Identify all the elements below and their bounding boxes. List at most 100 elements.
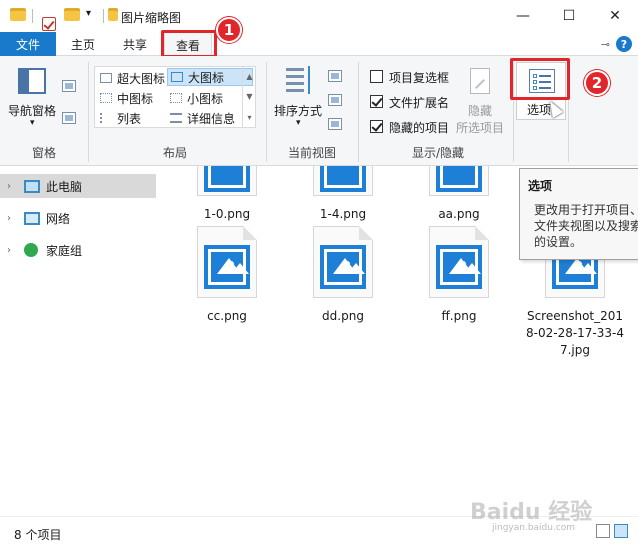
file-extensions-label[interactable]: 文件扩展名 bbox=[389, 94, 449, 111]
nav-item-label: 网络 bbox=[46, 211, 71, 226]
file-name: aa.png bbox=[438, 207, 480, 221]
sort-by-icon[interactable] bbox=[286, 66, 312, 96]
chevron-up-icon[interactable]: ▲ bbox=[246, 72, 252, 81]
hide-selected-icon[interactable] bbox=[470, 68, 490, 94]
layout-large-icons[interactable]: 大图标 bbox=[167, 68, 253, 86]
navigation-pane-icon[interactable] bbox=[18, 68, 46, 94]
chevron-right-icon[interactable]: › bbox=[7, 245, 11, 256]
image-file-icon bbox=[197, 226, 257, 298]
layout-group-label: 布局 bbox=[162, 146, 187, 160]
tab-file[interactable]: 文件 bbox=[0, 32, 56, 56]
file-item[interactable]: 1-4.png bbox=[293, 166, 393, 223]
preview-pane-icon[interactable] bbox=[62, 80, 76, 92]
image-file-icon bbox=[313, 166, 373, 196]
image-file-icon bbox=[197, 166, 257, 196]
network-icon bbox=[24, 211, 40, 225]
nav-item-label: 此电脑 bbox=[46, 179, 83, 194]
list-icon bbox=[100, 113, 112, 123]
file-item[interactable]: dd.png bbox=[293, 226, 393, 325]
options-tooltip: 选项 更改用于打开项目、 文件夹视图以及搜索 的设置。 bbox=[519, 168, 638, 260]
details-icon bbox=[170, 113, 182, 123]
extra-large-icons-icon bbox=[100, 73, 112, 83]
hide-selected-label-2: 所选项目 bbox=[456, 121, 505, 135]
layout-extra-large-icons[interactable]: 超大图标 bbox=[97, 69, 167, 87]
layout-list[interactable]: 列表 bbox=[97, 109, 167, 127]
layout-details[interactable]: 详细信息 bbox=[167, 109, 253, 127]
file-name: Screenshot_2018-02-28-17-33-47.jpg bbox=[526, 309, 624, 357]
layout-item-label: 列表 bbox=[117, 111, 142, 126]
maximize-button[interactable]: ☐ bbox=[546, 0, 592, 32]
nav-item-homegroup[interactable]: › 家庭组 bbox=[0, 238, 156, 262]
tooltip-line: 文件夹视图以及搜索 bbox=[534, 219, 638, 233]
file-extensions-checkbox[interactable] bbox=[370, 95, 383, 108]
details-view-icon[interactable] bbox=[596, 524, 610, 538]
file-name: cc.png bbox=[207, 309, 247, 323]
annotation-badge-1: 1 bbox=[216, 17, 242, 43]
tooltip-title: 选项 bbox=[528, 179, 553, 193]
homegroup-icon bbox=[24, 243, 38, 257]
current-view-group-label: 当前视图 bbox=[287, 146, 336, 160]
watermark-url: jingyan.baidu.com bbox=[492, 523, 576, 533]
hidden-items-label[interactable]: 隐藏的项目 bbox=[389, 119, 449, 136]
file-item[interactable]: ff.png bbox=[409, 226, 509, 325]
panes-group-label: 窗格 bbox=[31, 146, 56, 160]
hidden-items-checkbox[interactable] bbox=[370, 120, 383, 133]
annotation-badge-2: 2 bbox=[584, 70, 610, 96]
item-checkboxes-label[interactable]: 项目复选框 bbox=[389, 69, 449, 86]
details-pane-icon[interactable] bbox=[62, 112, 76, 124]
title-bar: ▾ 图片缩略图 — ☐ ✕ bbox=[0, 0, 638, 32]
hide-selected-label-1: 隐藏 bbox=[468, 104, 493, 118]
properties-icon[interactable] bbox=[42, 17, 56, 31]
add-columns-icon[interactable] bbox=[328, 94, 342, 106]
help-icon[interactable]: ? bbox=[616, 36, 632, 52]
pin-ribbon-icon[interactable]: ⊸ bbox=[601, 38, 610, 51]
ribbon-tabs: 文件 主页 共享 查看 ⊸ ? bbox=[0, 32, 638, 57]
item-count: 8 个项目 bbox=[14, 528, 62, 542]
size-columns-icon[interactable] bbox=[328, 118, 342, 130]
group-by-icon[interactable] bbox=[328, 70, 342, 82]
chevron-down-icon[interactable]: ▾ bbox=[30, 118, 35, 128]
image-file-icon bbox=[429, 166, 489, 196]
file-item[interactable]: 1-0.png bbox=[177, 166, 277, 223]
divider bbox=[32, 9, 33, 23]
file-item[interactable]: aa.png bbox=[409, 166, 509, 223]
layout-gallery-scroller[interactable]: ▲ ▼ ▾ bbox=[242, 66, 256, 128]
nav-item-this-pc[interactable]: › 此电脑 bbox=[0, 174, 156, 198]
nav-item-label: 家庭组 bbox=[46, 243, 83, 258]
file-item[interactable]: cc.png bbox=[177, 226, 277, 325]
chevron-down-icon[interactable]: ▾ bbox=[296, 118, 301, 128]
close-button[interactable]: ✕ bbox=[592, 0, 638, 32]
layout-item-label: 小图标 bbox=[187, 91, 224, 106]
new-folder-icon[interactable] bbox=[64, 8, 80, 21]
window-folder-icon bbox=[108, 8, 118, 21]
large-icons-view-icon[interactable] bbox=[614, 524, 628, 538]
chevron-right-icon[interactable]: › bbox=[7, 213, 11, 224]
watermark: Baidu 经验 bbox=[470, 500, 593, 525]
item-checkboxes-checkbox[interactable] bbox=[370, 70, 383, 83]
image-file-icon bbox=[313, 226, 373, 298]
layout-item-label: 大图标 bbox=[188, 70, 225, 85]
highlight-view-tab bbox=[161, 30, 217, 58]
expand-gallery-icon[interactable]: ▾ bbox=[247, 113, 251, 122]
divider bbox=[88, 62, 89, 162]
nav-item-network[interactable]: › 网络 bbox=[0, 206, 156, 230]
layout-medium-icons[interactable]: 中图标 bbox=[97, 89, 167, 107]
large-icons-icon bbox=[171, 72, 183, 82]
image-file-icon bbox=[429, 226, 489, 298]
quick-access-dropdown-icon[interactable]: ▾ bbox=[86, 8, 91, 19]
tab-share[interactable]: 共享 bbox=[112, 32, 158, 56]
divider bbox=[358, 62, 359, 162]
small-icons-icon bbox=[170, 93, 182, 103]
chevron-down-icon[interactable]: ▼ bbox=[246, 92, 252, 101]
folder-icon bbox=[10, 8, 26, 21]
window-title: 图片缩略图 bbox=[121, 11, 182, 25]
layout-small-icons[interactable]: 小图标 bbox=[167, 89, 253, 107]
medium-icons-icon bbox=[100, 93, 112, 103]
sort-by-button[interactable]: 排序方式 bbox=[274, 102, 322, 119]
tab-home[interactable]: 主页 bbox=[60, 32, 106, 56]
chevron-right-icon[interactable]: › bbox=[7, 181, 11, 192]
divider bbox=[266, 62, 267, 162]
file-name: 1-0.png bbox=[203, 207, 251, 221]
navigation-pane-button[interactable]: 导航窗格 bbox=[8, 102, 56, 119]
minimize-button[interactable]: — bbox=[500, 0, 546, 32]
